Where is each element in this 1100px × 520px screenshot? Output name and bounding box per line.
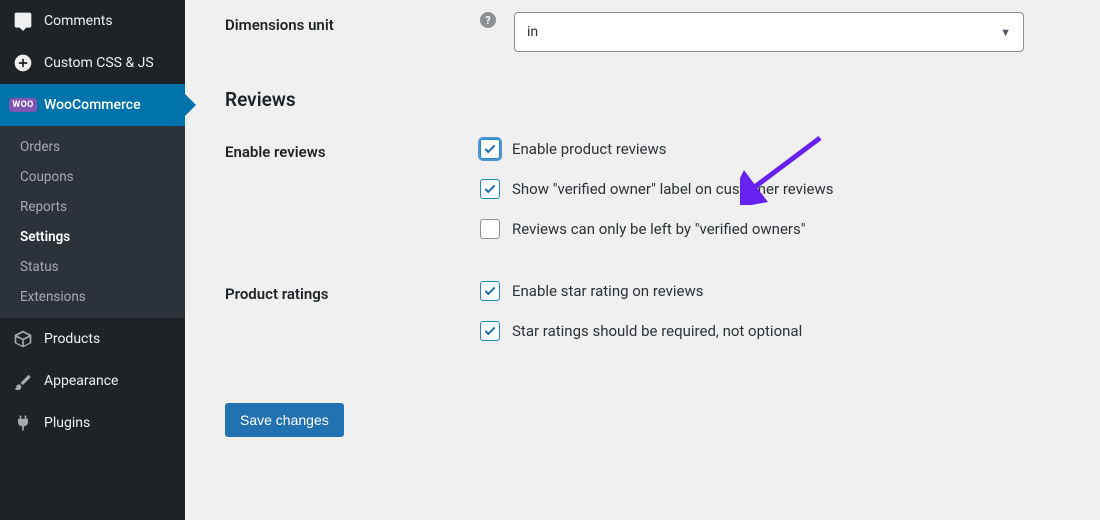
check-icon bbox=[483, 324, 497, 338]
select-value: in bbox=[527, 24, 538, 40]
sidebar-item-products[interactable]: Products bbox=[0, 318, 185, 360]
checkbox-label: Star ratings should be required, not opt… bbox=[512, 322, 802, 340]
submenu-orders[interactable]: Orders bbox=[0, 132, 185, 162]
checkbox-label: Enable product reviews bbox=[512, 140, 667, 158]
product-ratings-label: Product ratings bbox=[225, 281, 480, 303]
settings-content: Dimensions unit ? in ▼ Reviews Enable re… bbox=[185, 0, 1100, 520]
comment-icon bbox=[12, 10, 34, 32]
check-icon bbox=[483, 142, 497, 156]
sidebar-label: Appearance bbox=[44, 373, 118, 389]
reviews-heading: Reviews bbox=[225, 88, 1072, 111]
submenu-status[interactable]: Status bbox=[0, 252, 185, 282]
enable-reviews-row: Enable reviews Enable product reviews Sh… bbox=[225, 139, 1072, 259]
enable-star-rating-checkbox[interactable] bbox=[480, 281, 500, 301]
sidebar-item-appearance[interactable]: Appearance bbox=[0, 360, 185, 402]
woo-icon: WOO bbox=[12, 94, 34, 116]
plug-icon bbox=[12, 412, 34, 434]
star-required-checkbox[interactable] bbox=[480, 321, 500, 341]
checkbox-label: Reviews can only be left by "verified ow… bbox=[512, 220, 806, 238]
sidebar-item-woocommerce[interactable]: WOO WooCommerce bbox=[0, 84, 185, 126]
sidebar-item-plugins[interactable]: Plugins bbox=[0, 402, 185, 444]
submenu-coupons[interactable]: Coupons bbox=[0, 162, 185, 192]
enable-product-reviews-checkbox[interactable] bbox=[480, 139, 500, 159]
product-ratings-row: Product ratings Enable star rating on re… bbox=[225, 281, 1072, 361]
checkbox-label: Show "verified owner" label on customer … bbox=[512, 180, 834, 198]
sidebar-label: Products bbox=[44, 331, 100, 347]
sidebar-item-customcss[interactable]: Custom CSS & JS bbox=[0, 42, 185, 84]
sidebar-label: Custom CSS & JS bbox=[44, 55, 154, 71]
sidebar-label: Plugins bbox=[44, 415, 90, 431]
sidebar-label: Comments bbox=[44, 13, 113, 29]
chevron-down-icon: ▼ bbox=[1000, 26, 1011, 39]
submenu-extensions[interactable]: Extensions bbox=[0, 282, 185, 312]
brush-icon bbox=[12, 370, 34, 392]
dimensions-row: Dimensions unit ? in ▼ bbox=[225, 12, 1072, 52]
check-icon bbox=[483, 284, 497, 298]
sidebar-item-comments[interactable]: Comments bbox=[0, 0, 185, 42]
admin-sidebar: Comments Custom CSS & JS WOO WooCommerce… bbox=[0, 0, 185, 520]
help-icon[interactable]: ? bbox=[480, 12, 496, 28]
check-icon bbox=[483, 182, 497, 196]
dimensions-select[interactable]: in ▼ bbox=[514, 12, 1024, 52]
woocommerce-submenu: Orders Coupons Reports Settings Status E… bbox=[0, 126, 185, 318]
submenu-settings[interactable]: Settings bbox=[0, 222, 185, 252]
verified-only-checkbox[interactable] bbox=[480, 219, 500, 239]
save-button[interactable]: Save changes bbox=[225, 403, 344, 437]
show-verified-checkbox[interactable] bbox=[480, 179, 500, 199]
plus-circle-icon bbox=[12, 52, 34, 74]
box-icon bbox=[12, 328, 34, 350]
checkbox-label: Enable star rating on reviews bbox=[512, 282, 704, 300]
sidebar-label: WooCommerce bbox=[44, 97, 141, 113]
enable-reviews-label: Enable reviews bbox=[225, 139, 480, 161]
dimensions-label: Dimensions unit bbox=[225, 12, 480, 34]
submenu-reports[interactable]: Reports bbox=[0, 192, 185, 222]
